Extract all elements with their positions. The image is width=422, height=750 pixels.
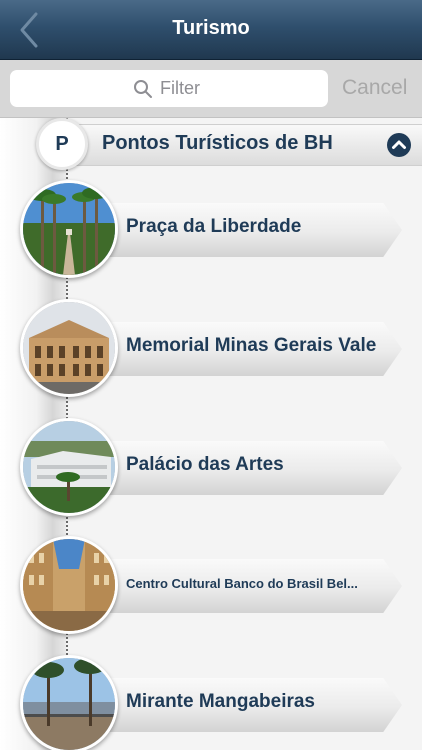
- collapse-up-icon[interactable]: [387, 133, 411, 157]
- atrium-photo: [20, 536, 118, 634]
- section-title: Pontos Turísticos de BH: [102, 132, 333, 154]
- list-content[interactable]: P Pontos Turísticos de BH Praça da Liber…: [0, 118, 422, 750]
- cancel-button[interactable]: Cancel: [342, 76, 407, 100]
- list-item[interactable]: Mirante Mangabeiras: [20, 655, 422, 750]
- modern-building-photo: [20, 418, 118, 516]
- item-title: Praça da Liberdade: [126, 216, 302, 237]
- list-item[interactable]: Palácio das Artes: [20, 418, 422, 516]
- palm-avenue-photo: [20, 180, 118, 278]
- item-title: Memorial Minas Gerais Vale: [126, 335, 377, 356]
- list-item[interactable]: Praça da Liberdade: [20, 180, 422, 278]
- historic-building-photo: [20, 299, 118, 397]
- lookout-photo: [20, 655, 118, 750]
- list-item[interactable]: Memorial Minas Gerais Vale: [20, 299, 422, 397]
- page-title: Turismo: [172, 17, 250, 39]
- search-input[interactable]: [160, 70, 320, 107]
- search-bar: Cancel: [0, 60, 422, 118]
- list-item[interactable]: Centro Cultural Banco do Brasil Bel...: [20, 536, 422, 634]
- item-title: Mirante Mangabeiras: [126, 691, 315, 712]
- item-title: Centro Cultural Banco do Brasil Bel...: [126, 576, 358, 591]
- section-letter-badge: P: [36, 118, 88, 170]
- section-header[interactable]: P Pontos Turísticos de BH: [36, 118, 422, 170]
- search-field[interactable]: [10, 70, 328, 107]
- item-title: Palácio das Artes: [126, 454, 284, 475]
- navigation-bar: Turismo: [0, 0, 422, 60]
- search-icon: [134, 80, 152, 98]
